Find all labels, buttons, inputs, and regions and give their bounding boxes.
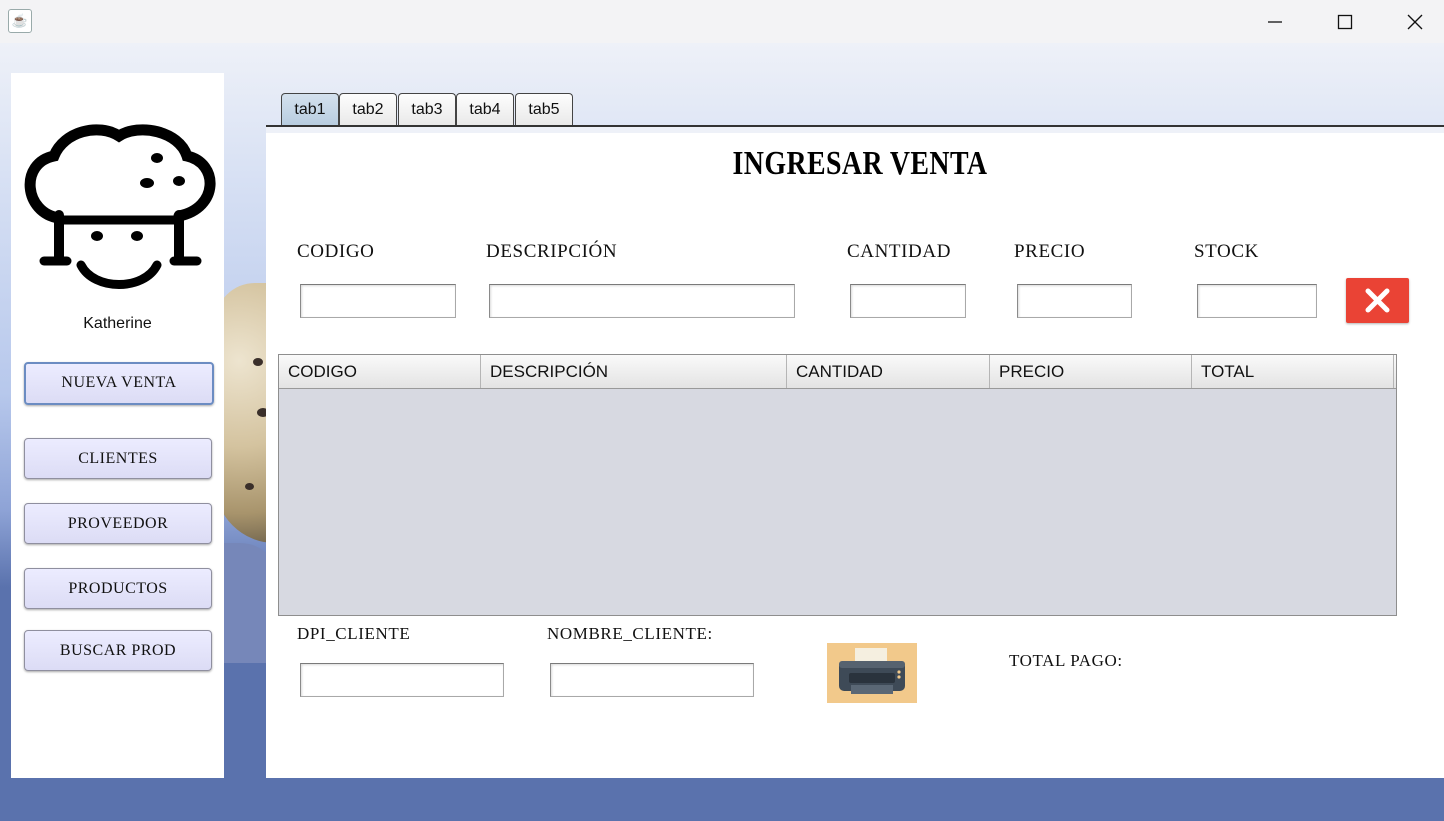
descripcion-field[interactable] (489, 284, 795, 318)
stock-field[interactable] (1197, 284, 1317, 318)
sales-panel: INGRESAR VENTA CODIGO DESCRIPCIÓN CANTID… (266, 133, 1444, 778)
delete-button[interactable] (1346, 278, 1409, 323)
column-header-descripcion[interactable]: DESCRIPCIÓN (481, 355, 787, 388)
clientes-button[interactable]: CLIENTES (24, 438, 212, 479)
codigo-field[interactable] (300, 284, 456, 318)
cantidad-label: CANTIDAD (847, 241, 952, 262)
tab-3[interactable]: tab3 (398, 93, 456, 125)
tab-1[interactable]: tab1 (281, 93, 339, 125)
cantidad-field[interactable] (850, 284, 966, 318)
maximize-icon (1337, 14, 1353, 30)
productos-button[interactable]: PRODUCTOS (24, 568, 212, 609)
column-header-precio[interactable]: PRECIO (990, 355, 1192, 388)
sidebar: Katherine NUEVA VENTA CLIENTES PROVEEDOR… (11, 73, 224, 778)
nombre-cliente-field[interactable] (550, 663, 754, 697)
page-title: INGRESAR VENTA (732, 145, 988, 182)
chef-logo-icon (24, 124, 216, 289)
codigo-label: CODIGO (297, 241, 375, 262)
descripcion-label: DESCRIPCIÓN (486, 241, 618, 262)
sales-table[interactable]: CODIGO DESCRIPCIÓN CANTIDAD PRECIO TOTAL (278, 354, 1397, 616)
tab-5[interactable]: tab5 (515, 93, 573, 125)
title-bar: ☕ (0, 0, 1444, 43)
tab-2[interactable]: tab2 (339, 93, 397, 125)
close-window-button[interactable] (1380, 0, 1444, 43)
minimize-icon (1268, 21, 1282, 23)
maximize-button[interactable] (1310, 0, 1380, 43)
tab-4[interactable]: tab4 (456, 93, 514, 125)
nueva-venta-button[interactable]: NUEVA VENTA (24, 362, 214, 405)
username-label: Katherine (83, 315, 152, 332)
column-header-total[interactable]: TOTAL (1192, 355, 1394, 388)
total-pago-label: TOTAL PAGO: (1009, 651, 1123, 670)
close-icon (1407, 14, 1423, 30)
precio-field[interactable] (1017, 284, 1132, 318)
precio-label: PRECIO (1014, 241, 1086, 262)
stock-label: STOCK (1194, 241, 1259, 262)
minimize-button[interactable] (1240, 0, 1310, 43)
printer-icon (839, 648, 905, 694)
column-header-cantidad[interactable]: CANTIDAD (787, 355, 990, 388)
java-coffee-icon[interactable]: ☕ (8, 9, 32, 33)
buscar-prod-button[interactable]: BUSCAR PROD (24, 630, 212, 671)
dpi-cliente-label: DPI_CLIENTE (297, 624, 411, 643)
column-header-codigo[interactable]: CODIGO (279, 355, 481, 388)
table-header: CODIGO DESCRIPCIÓN CANTIDAD PRECIO TOTAL (279, 355, 1396, 389)
proveedor-button[interactable]: PROVEEDOR (24, 503, 212, 544)
nombre-cliente-label: NOMBRE_CLIENTE: (547, 624, 713, 643)
dpi-cliente-field[interactable] (300, 663, 504, 697)
x-icon (1365, 288, 1390, 313)
print-button[interactable] (827, 643, 917, 703)
